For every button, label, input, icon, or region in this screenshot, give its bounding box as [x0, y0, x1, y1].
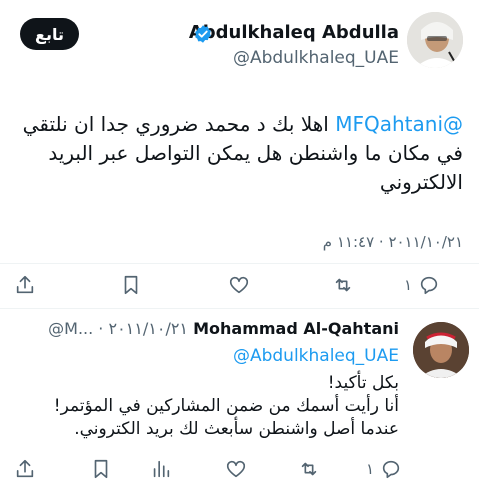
- reply-author-avatar[interactable]: [413, 322, 469, 378]
- reply-button[interactable]: ١: [404, 274, 440, 296]
- like-button[interactable]: [225, 458, 247, 484]
- avatar-image: [413, 322, 469, 378]
- bookmark-icon: [124, 275, 138, 295]
- share-button[interactable]: [14, 458, 36, 484]
- like-icon: [229, 276, 249, 294]
- reply-count: ١: [366, 460, 375, 478]
- retweet-button[interactable]: [298, 458, 320, 484]
- reply-text: بكل تأكيد! أنا رأيت أسمك من ضمن المشاركي…: [19, 372, 399, 441]
- like-icon: [226, 460, 246, 478]
- follow-button[interactable]: تابع: [20, 18, 79, 50]
- author-avatar[interactable]: [407, 12, 463, 68]
- share-icon: [16, 275, 34, 294]
- reply-count: ١: [404, 276, 413, 294]
- reply-author-name[interactable]: Mohammad Al-Qahtani: [193, 319, 399, 338]
- retweet-button[interactable]: [332, 274, 354, 300]
- reply-header: @M... · ٢٠١١/١٠/٢١ Mohammad Al-Qahtani: [48, 319, 399, 338]
- tweet-text: @MFQahtani اهلا بك د محمد ضروري جدا ان ن…: [8, 110, 463, 197]
- share-button[interactable]: [14, 274, 36, 300]
- retweet-icon: [301, 462, 317, 476]
- avatar-image: [407, 12, 463, 68]
- tweet-timestamp[interactable]: ٢٠١١/١٠/٢١ · ١١:٤٧ م: [323, 233, 463, 251]
- bookmark-button[interactable]: [90, 458, 112, 484]
- share-icon: [16, 459, 34, 478]
- reply-line: عندما أصل واشنطن سأبعث لك بريد الكتروني.: [74, 419, 399, 439]
- views-icon: [153, 460, 170, 478]
- mention-link[interactable]: @MFQahtani: [335, 112, 463, 136]
- author-handle[interactable]: @Abdulkhaleq_UAE: [233, 48, 399, 68]
- author-name[interactable]: Abdulkhaleq Abdulla: [189, 22, 399, 43]
- reply-line: بكل تأكيد!: [327, 373, 399, 393]
- reply-button[interactable]: ١: [366, 458, 402, 480]
- reply-line: أنا رأيت أسمك من ضمن المشاركين في المؤتم…: [53, 396, 399, 416]
- bookmark-icon: [94, 459, 108, 479]
- verified-badge-icon: [195, 25, 211, 43]
- bookmark-button[interactable]: [120, 274, 142, 300]
- reply-icon: [420, 276, 438, 295]
- reply-to-handle[interactable]: @Abdulkhaleq_UAE: [233, 346, 399, 366]
- divider: [0, 263, 479, 264]
- reply-icon: [382, 460, 400, 479]
- views-button[interactable]: [150, 458, 172, 484]
- divider: [0, 308, 479, 309]
- reply-meta[interactable]: @M... · ٢٠١١/١٠/٢١: [48, 319, 188, 338]
- retweet-icon: [335, 278, 351, 292]
- like-button[interactable]: [228, 274, 250, 300]
